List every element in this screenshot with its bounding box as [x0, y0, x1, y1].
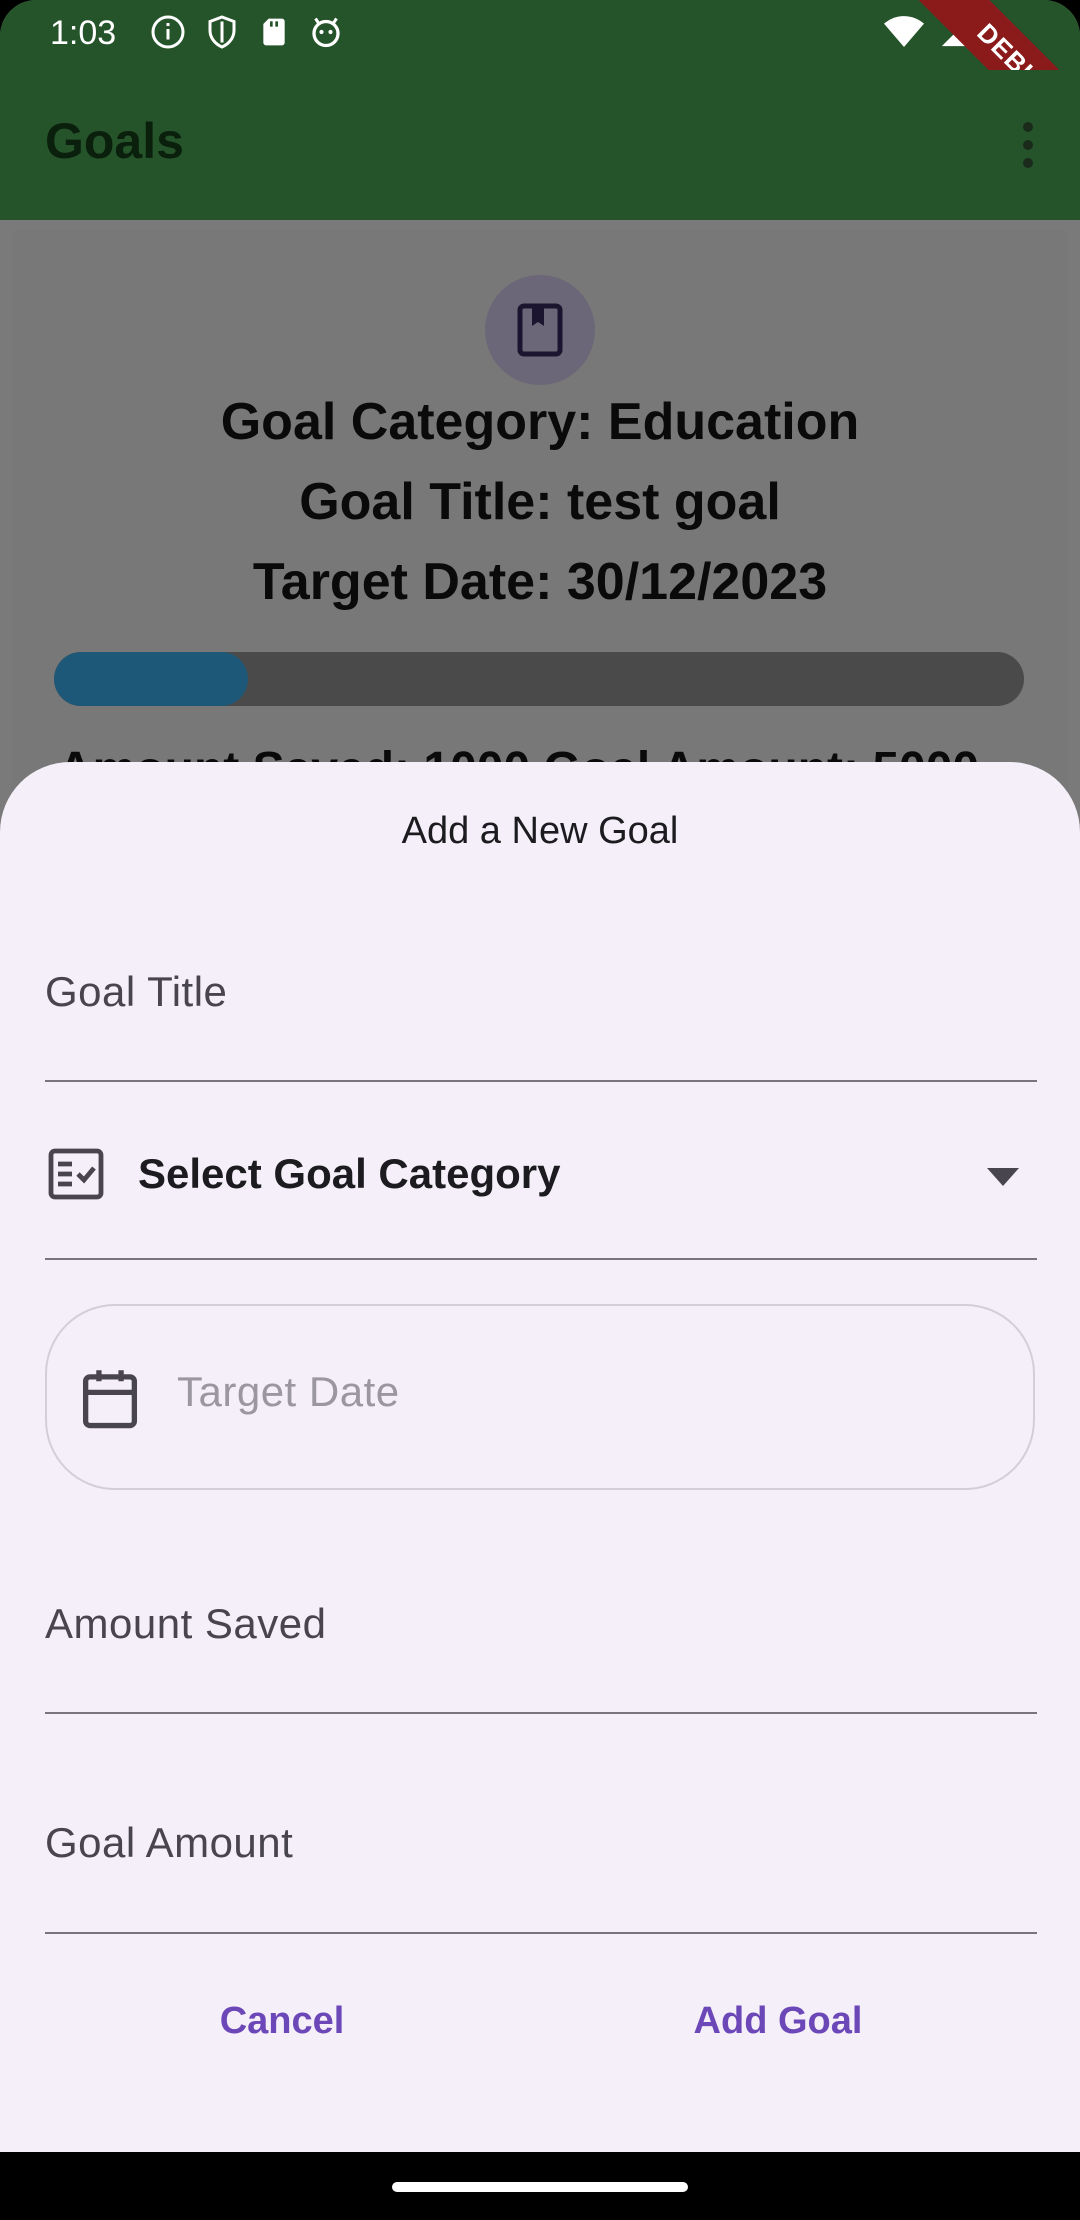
- app-title: Goals: [45, 113, 184, 169]
- app-bar: Goals: [0, 70, 1080, 220]
- target-date-field[interactable]: Target Date: [45, 1304, 1035, 1490]
- category-underline: [45, 1258, 1037, 1260]
- more-vert-icon: [1023, 122, 1033, 168]
- calendar-icon: [82, 1370, 138, 1429]
- cancel-button[interactable]: Cancel: [160, 2000, 404, 2043]
- amount-saved-underline: [45, 1712, 1037, 1714]
- goal-date-text: Target Date: 30/12/2023: [252, 553, 828, 611]
- goal-title-label: Goal Title: [45, 968, 228, 1015]
- amount-saved-label: Amount Saved: [45, 1600, 327, 1647]
- goal-category-avatar: [485, 275, 595, 385]
- info-icon: [150, 14, 186, 55]
- goal-progress-fill: [54, 652, 248, 706]
- add-goal-sheet: Add a New Goal Goal Title Select Goal Ca…: [0, 762, 1080, 2152]
- sd-card-icon: [258, 14, 290, 55]
- status-time: 1:03: [50, 14, 117, 52]
- wifi-icon: [884, 15, 924, 54]
- navigation-bar: [0, 2152, 1080, 2220]
- goal-amount-label: Goal Amount: [45, 1819, 294, 1866]
- goal-amount-underline: [45, 1932, 1037, 1934]
- goal-title-underline: [45, 1080, 1037, 1082]
- sheet-title: Add a New Goal: [401, 810, 679, 852]
- home-gesture-handle[interactable]: [392, 2182, 688, 2192]
- book-icon: [517, 303, 563, 357]
- fact-check-icon: [48, 1148, 104, 1200]
- status-left-icons: [150, 14, 344, 55]
- status-bar: 1:03 DEBUG: [0, 0, 1080, 170]
- screen: 1:03 DEBUG Goals Goal Category: Educatio…: [0, 0, 1080, 2220]
- category-placeholder: Select Goal Category: [138, 1150, 561, 1197]
- dropdown-arrow-icon: [987, 1168, 1019, 1186]
- goal-category-text: Goal Category: Education: [220, 393, 860, 451]
- add-goal-button[interactable]: Add Goal: [650, 2000, 906, 2043]
- goal-progress-bar: [54, 652, 1024, 706]
- goal-title-text: Goal Title: test goal: [299, 473, 781, 531]
- shield-icon: [204, 14, 240, 55]
- target-date-placeholder: Target Date: [177, 1368, 400, 1415]
- overflow-menu-button[interactable]: [998, 110, 1058, 180]
- android-icon: [308, 14, 344, 55]
- goal-category-dropdown[interactable]: Select Goal Category: [45, 1140, 1037, 1220]
